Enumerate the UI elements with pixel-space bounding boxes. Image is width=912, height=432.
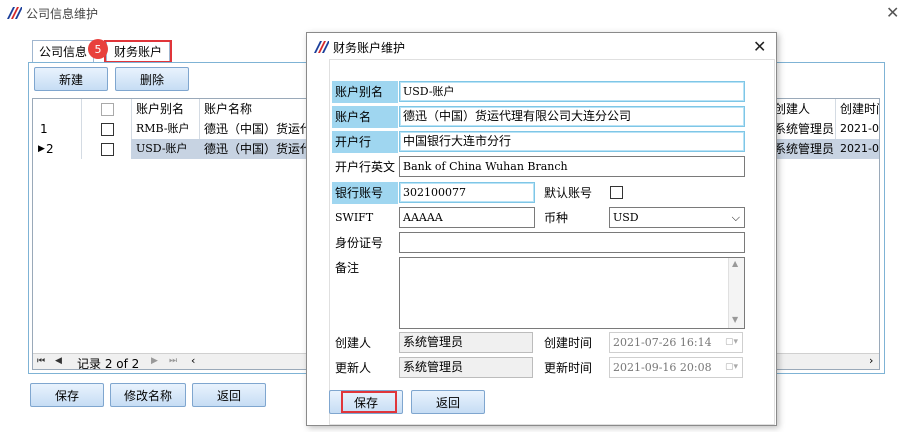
row-checkbox[interactable] [101,123,114,136]
tab-company-info-label: 公司信息 [38,45,87,59]
updated-time-label: 更新时间 [544,361,593,375]
account-number-label: 银行账号 [332,182,398,204]
created-time-label: 创建时间 [544,336,593,350]
row-name: 德迅（中国）货运代 [204,122,311,136]
scroll-left-icon[interactable]: ‹ [191,354,195,367]
swift-field[interactable]: AAAAA [399,207,535,228]
row-time: 2021-07 [840,142,879,155]
creator-label: 创建人 [335,336,372,350]
new-button[interactable]: 新建 [34,67,108,91]
account-number-field[interactable]: 302100077 [399,182,535,203]
currency-label: 币种 [544,211,569,225]
dialog-title: 财务账户维护 [333,41,406,55]
bank-english-field[interactable]: Bank of China Wuhan Branch [399,156,745,177]
delete-button[interactable]: 删除 [115,67,189,91]
updated-time-field: 2021-09-16 20:08 ▢▾ [609,357,743,378]
bank-label: 开户行 [332,131,398,153]
window-close-icon[interactable]: ✕ [886,3,899,22]
account-name-label: 账户名 [332,106,398,128]
updated-time-value: 2021-09-16 20:08 [613,361,712,374]
column-header-name[interactable]: 账户名称 [201,99,301,119]
default-account-label: 默认账号 [544,186,593,200]
record-indicator: 记录 2 of 2 [77,357,140,370]
alias-label: 账户别名 [332,81,398,103]
scroll-down-icon[interactable]: ▼ [732,315,738,324]
calendar-dropdown-icon: ▢▾ [724,362,738,372]
step-badge: 5 [88,39,108,59]
updater-field: 系统管理员 [399,357,533,378]
rename-button[interactable]: 修改名称 [110,383,186,407]
row-checkbox[interactable] [101,143,114,156]
row-creator: 系统管理员 [774,142,835,156]
first-page-icon[interactable]: ⏮ [37,356,45,366]
remark-label: 备注 [335,261,360,275]
bank-field[interactable]: 中国银行大连市分行 [399,131,745,152]
dialog-back-button[interactable]: 返回 [411,390,485,414]
created-time-value: 2021-07-26 16:14 [613,336,712,349]
highlight-box-save [341,391,397,413]
id-number-label: 身份证号 [335,236,384,250]
row-index: 1 [40,122,48,136]
account-name-field[interactable]: 德迅（中国）货运代理有限公司大连分公司 [399,106,745,127]
row-name: 德迅（中国）货运代 [204,142,311,156]
save-button[interactable]: 保存 [30,383,104,407]
bank-english-label: 开户行英文 [335,160,396,174]
column-header-alias[interactable]: 账户别名 [133,99,203,119]
row-time: 2021-07 [840,122,879,135]
swift-label: SWIFT [335,211,374,224]
tab-company-info[interactable]: 公司信息 [32,40,94,62]
app-logo-icon [6,6,22,20]
column-header-time[interactable]: 创建时间 [837,99,879,119]
back-button[interactable]: 返回 [192,383,266,407]
remark-scrollbar[interactable]: ▲ ▼ [728,258,744,328]
chevron-down-icon[interactable]: ⌵ [732,208,740,227]
last-page-icon[interactable]: ⏭ [169,356,177,366]
updater-label: 更新人 [335,361,372,375]
finance-account-dialog: 财务账户维护 ✕ 账户别名 USD-账户 账户名 德迅（中国）货运代理有限公司大… [306,32,777,426]
row-creator: 系统管理员 [774,122,835,136]
currency-value: USD [613,211,639,224]
row-alias: RMB-账户 [136,122,190,135]
next-page-icon[interactable]: ▶ [151,356,158,366]
creator-field: 系统管理员 [399,332,533,353]
row-index: 2 [46,142,54,156]
window-title: 公司信息维护 [26,7,99,21]
calendar-dropdown-icon: ▢▾ [724,337,738,347]
currency-select[interactable]: USD ⌵ [609,207,745,228]
scroll-up-icon[interactable]: ▲ [732,259,738,268]
remark-textarea[interactable] [399,257,745,329]
dialog-close-icon[interactable]: ✕ [753,37,766,56]
column-header-creator[interactable]: 创建人 [771,99,833,119]
id-number-field[interactable] [399,232,745,253]
row-alias: USD-账户 [136,142,188,155]
created-time-field: 2021-07-26 16:14 ▢▾ [609,332,743,353]
select-all-checkbox[interactable] [101,103,114,116]
alias-field[interactable]: USD-账户 [399,81,745,102]
highlight-box-tab [104,40,172,63]
window-title-bar: 公司信息维护 ✕ [0,0,912,28]
dialog-logo-icon [313,40,329,54]
prev-page-icon[interactable]: ◀ [55,356,62,366]
default-account-checkbox[interactable] [610,186,623,199]
scroll-right-icon[interactable]: › [869,354,873,367]
